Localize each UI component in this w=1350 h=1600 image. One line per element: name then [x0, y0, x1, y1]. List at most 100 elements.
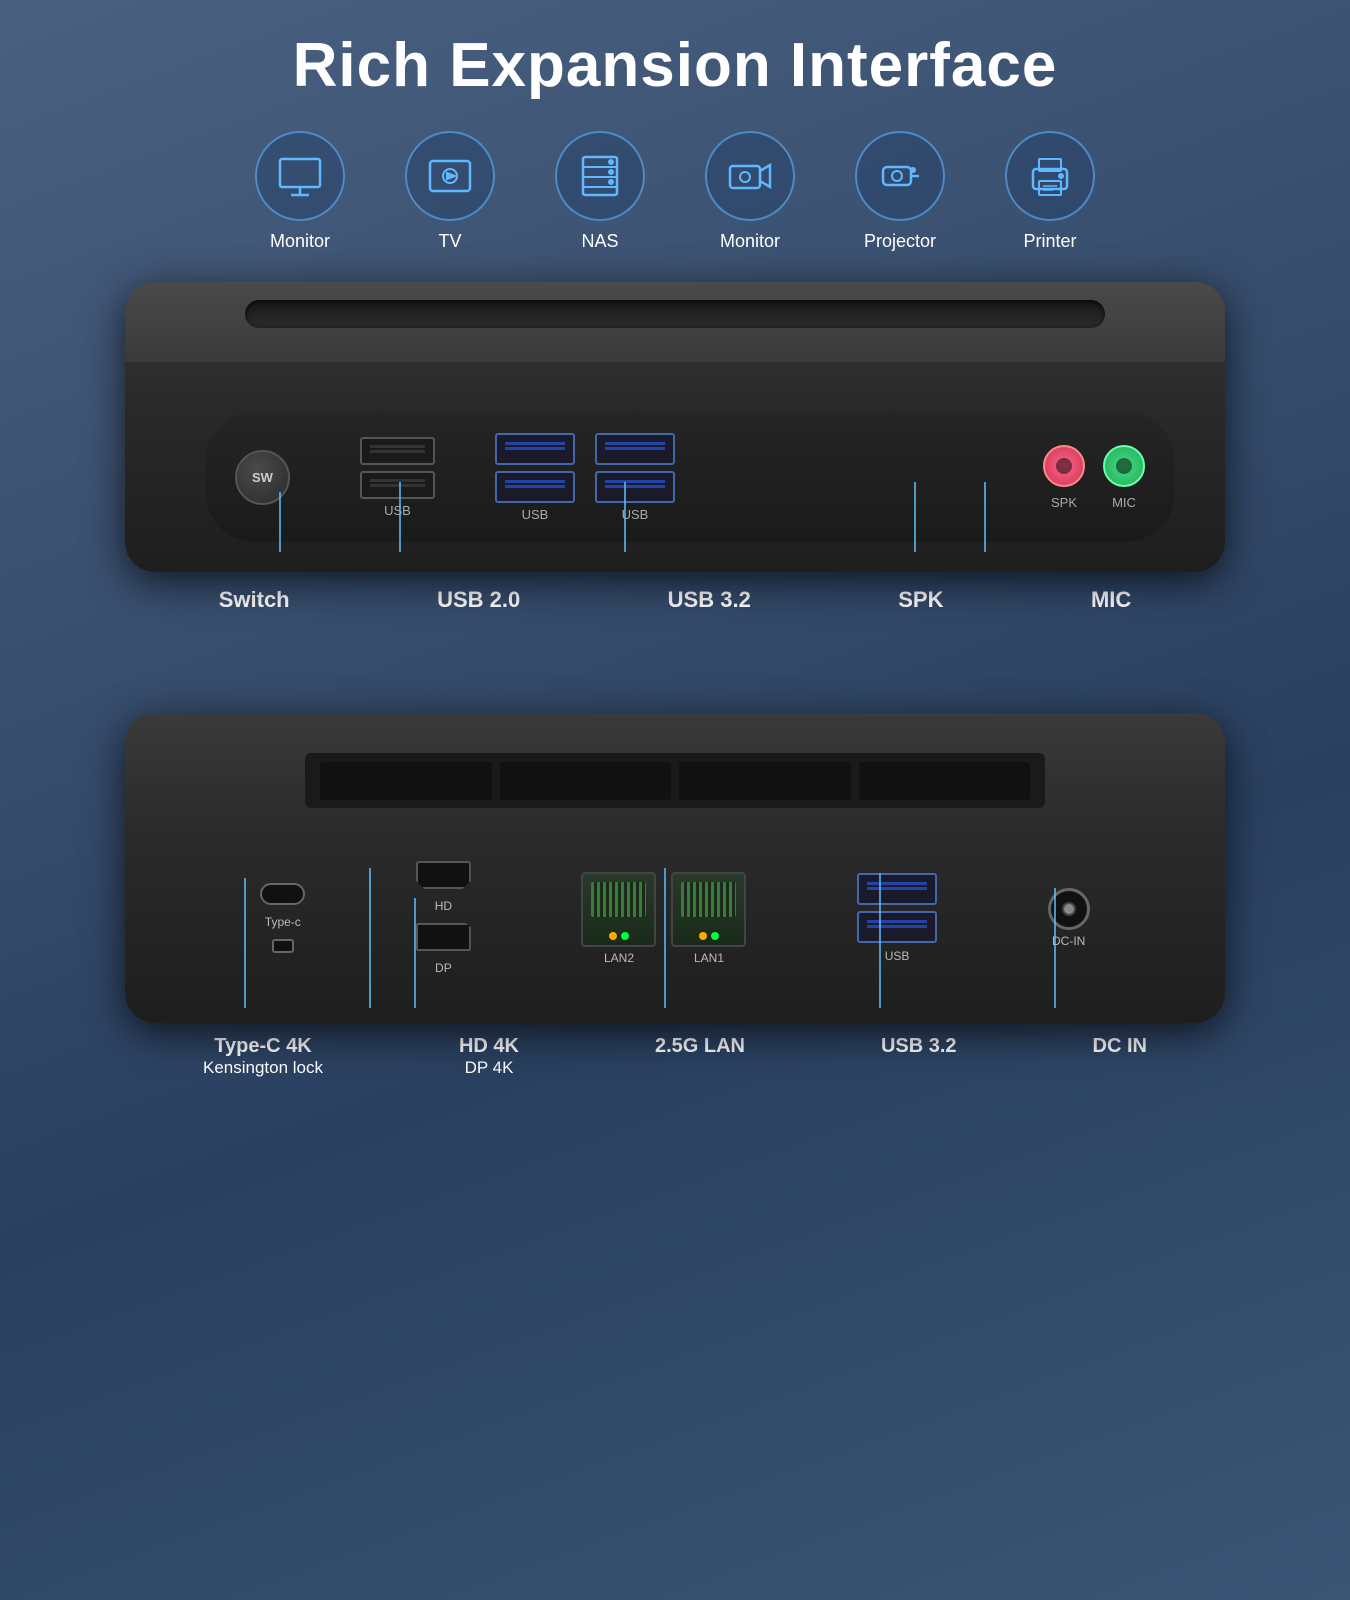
- spk-label-item: SPK: [898, 587, 943, 613]
- camera-label: Monitor: [720, 231, 780, 252]
- usb31-port-bottom: [495, 471, 575, 503]
- dp-label: DP: [435, 961, 452, 975]
- dcin-device-label: DC-IN: [1052, 934, 1085, 948]
- back-device: Type-c HD DP: [125, 713, 1225, 1023]
- icon-item-monitor: Monitor: [255, 131, 345, 252]
- tv-icon: [425, 151, 475, 201]
- vent-slot-3: [679, 762, 851, 800]
- icon-item-camera: Monitor: [705, 131, 795, 252]
- usb31-group: [495, 433, 575, 503]
- lan1-led-orange: [699, 932, 707, 940]
- hdmi-label: HD: [435, 899, 452, 913]
- usb32-back-port-top: [857, 873, 937, 905]
- lan2-label: LAN2: [604, 951, 634, 965]
- monitor-icon: [275, 151, 325, 201]
- usb32-label-text: USB 3.2: [668, 587, 751, 613]
- usb32-device-label: USB: [622, 507, 649, 522]
- dcin-group: DC-IN: [1048, 888, 1090, 948]
- mic-group: MIC: [1103, 445, 1145, 510]
- front-device-section: SW USB: [125, 282, 1225, 613]
- tv-icon-circle: [405, 131, 495, 221]
- back-bottom-labels: Type-C 4K Kensington lock HD 4K DP 4K 2.…: [125, 1035, 1225, 1078]
- front-ports-area: SW USB: [205, 412, 1175, 542]
- spk-group: SPK: [1043, 445, 1085, 510]
- usb2-port-bottom: [360, 471, 435, 499]
- lan2-led-green: [621, 932, 629, 940]
- usb31-port-top: [495, 433, 575, 465]
- typec-port-label: Type-c: [265, 915, 301, 929]
- projector-label: Projector: [864, 231, 936, 252]
- camera-icon: [725, 151, 775, 201]
- camera-icon-circle: [705, 131, 795, 221]
- lan1-group: LAN1: [671, 872, 746, 965]
- back-device-vent: [305, 753, 1045, 808]
- usb32-back-port-bottom: [857, 911, 937, 943]
- switch-label-text: Switch: [219, 587, 290, 613]
- mic-label-text: MIC: [1091, 587, 1131, 613]
- lan2-port: [581, 872, 656, 947]
- usb2-label-item: USB 2.0: [437, 587, 520, 613]
- spk-port-inner: [1056, 458, 1072, 474]
- usb32-group-wrapper: USB: [595, 433, 675, 522]
- typec-label-item: Type-C 4K Kensington lock: [203, 1035, 323, 1078]
- typec-4k-label: Type-C 4K: [214, 1035, 311, 1058]
- mic-device-label: MIC: [1112, 495, 1136, 510]
- page-title: Rich Expansion Interface: [293, 30, 1058, 101]
- lan1-port: [671, 872, 746, 947]
- printer-icon: [1025, 151, 1075, 201]
- page-container: Rich Expansion Interface Monitor: [0, 0, 1350, 1600]
- vent-slot-1: [320, 762, 492, 800]
- monitor-icon-circle: [255, 131, 345, 221]
- usb32-group: [595, 433, 675, 503]
- mic-port-inner: [1116, 458, 1132, 474]
- spk-label-text: SPK: [898, 587, 943, 613]
- lan1-leds: [699, 932, 719, 940]
- sw-button[interactable]: SW: [235, 450, 290, 505]
- nas-icon-circle: [555, 131, 645, 221]
- lan2-leds: [609, 932, 629, 940]
- front-device-ridge: [245, 300, 1105, 328]
- usb32back-label-item: USB 3.2: [881, 1035, 957, 1078]
- projector-icon: [875, 151, 925, 201]
- dp4k-label: DP 4K: [465, 1058, 514, 1078]
- lan-group: LAN2 LAN1: [581, 872, 746, 965]
- printer-label: Printer: [1023, 231, 1076, 252]
- usb2-label-text: USB 2.0: [437, 587, 520, 613]
- kensington-label: Kensington lock: [203, 1058, 323, 1078]
- mic-port: [1103, 445, 1145, 487]
- lan-label-item: 2.5G LAN: [655, 1035, 745, 1078]
- icon-item-projector: Projector: [855, 131, 945, 252]
- printer-icon-circle: [1005, 131, 1095, 221]
- lan-25g-label: 2.5G LAN: [655, 1035, 745, 1058]
- usb32-back-group: USB: [857, 873, 937, 963]
- hdmi-label-item: HD 4K DP 4K: [459, 1035, 519, 1078]
- usb2-port-top: [360, 437, 435, 465]
- vent-slot-2: [500, 762, 672, 800]
- monitor-label: Monitor: [270, 231, 330, 252]
- spk-device-label: SPK: [1051, 495, 1077, 510]
- dp-port: [416, 923, 471, 951]
- dcin-label: DC IN: [1093, 1035, 1147, 1058]
- nas-label: NAS: [581, 231, 618, 252]
- usb2-group: [360, 437, 435, 499]
- dcin-port: [1048, 888, 1090, 930]
- hdmi-port: [416, 861, 471, 889]
- projector-icon-circle: [855, 131, 945, 221]
- lan2-group: LAN2: [581, 872, 656, 965]
- icon-item-printer: Printer: [1005, 131, 1095, 252]
- front-device: SW USB: [125, 282, 1225, 572]
- switch-label-item: Switch: [219, 587, 290, 613]
- usb31-device-label: USB: [522, 507, 549, 522]
- hd4k-label: HD 4K: [459, 1035, 519, 1058]
- usb32-port-bottom: [595, 471, 675, 503]
- usb32-port-top: [595, 433, 675, 465]
- tv-label: TV: [438, 231, 461, 252]
- icons-row: Monitor TV: [255, 131, 1095, 252]
- back-device-section: Type-c HD DP: [125, 713, 1225, 1078]
- nas-icon: [575, 151, 625, 201]
- typec-group: Type-c: [260, 883, 305, 953]
- audio-ports-group: SPK MIC: [1043, 445, 1145, 510]
- usb32back-label: USB 3.2: [881, 1035, 957, 1058]
- sw-label: SW: [252, 470, 273, 485]
- icon-item-tv: TV: [405, 131, 495, 252]
